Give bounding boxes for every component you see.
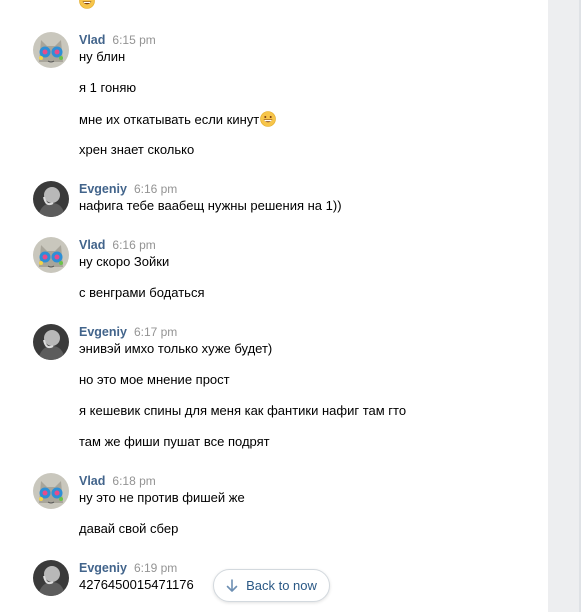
message-header: Evgeniy 6:17 pm — [79, 324, 177, 340]
cat-avatar-icon — [33, 237, 69, 273]
side-panel — [548, 0, 581, 612]
message-text: хрен знает сколько — [79, 142, 195, 157]
message-text: ну скоро Зойки — [79, 254, 170, 269]
avatar[interactable] — [33, 237, 69, 273]
cat-avatar-icon — [33, 473, 69, 509]
message-text: ну блин — [79, 49, 126, 64]
message-text: с венграми бодаться — [79, 285, 205, 300]
message-header: Vlad 6:18 pm — [79, 473, 156, 489]
author-name[interactable]: Vlad — [79, 33, 105, 47]
chat-history: Vlad 6:15 pm ну блин я 1 гоняю мне их отк… — [0, 0, 548, 612]
back-to-now-label: Back to now — [246, 578, 317, 593]
message-time[interactable]: 6:15 pm — [112, 33, 155, 47]
person-avatar-icon — [33, 324, 69, 360]
message-text: там же фиши пушат все подрят — [79, 434, 270, 449]
avatar[interactable] — [33, 473, 69, 509]
person-avatar-icon — [33, 560, 69, 596]
grinning-emoji-icon — [260, 111, 277, 127]
message-time[interactable]: 6:19 pm — [134, 561, 177, 575]
avatar[interactable] — [33, 181, 69, 217]
message-with-emoji: мне их откатывать если кинут — [79, 111, 277, 128]
cat-avatar-icon — [33, 32, 69, 68]
message-time[interactable]: 6:18 pm — [112, 474, 155, 488]
message-text: нафига тебе ваабещ нужны решения на 1)) — [79, 198, 342, 213]
person-avatar-icon — [33, 181, 69, 217]
message-header: Evgeniy 6:19 pm — [79, 560, 177, 576]
message-header: Vlad 6:15 pm — [79, 32, 156, 48]
message-header: Evgeniy 6:16 pm — [79, 181, 177, 197]
message-time[interactable]: 6:16 pm — [112, 238, 155, 252]
author-name[interactable]: Evgeniy — [79, 182, 127, 196]
author-name[interactable]: Evgeniy — [79, 561, 127, 575]
message-text: ну это не против фишей же — [79, 490, 245, 505]
author-name[interactable]: Vlad — [79, 474, 105, 488]
message-header: Vlad 6:16 pm — [79, 237, 156, 253]
message-text: мне их откатывать если кинут — [79, 112, 260, 127]
back-to-now-button[interactable]: Back to now — [213, 569, 330, 602]
grinning-emoji-icon — [79, 0, 95, 9]
message-time[interactable]: 6:16 pm — [134, 182, 177, 196]
author-name[interactable]: Vlad — [79, 238, 105, 252]
message-text: энивэй имхо только хуже будет) — [79, 341, 273, 356]
avatar[interactable] — [33, 324, 69, 360]
avatar[interactable] — [33, 32, 69, 68]
author-name[interactable]: Evgeniy — [79, 325, 127, 339]
message-text: я 1 гоняю — [79, 80, 137, 95]
message-text: 4276450015471176 — [79, 577, 194, 592]
message-text: я кешевик спины для меня как фантики наф… — [79, 403, 407, 418]
arrow-down-icon — [226, 578, 238, 592]
message-text: но это мое мнение прост — [79, 372, 230, 387]
message-text: давай свой сбер — [79, 521, 179, 536]
message-time[interactable]: 6:17 pm — [134, 325, 177, 339]
avatar[interactable] — [33, 560, 69, 596]
